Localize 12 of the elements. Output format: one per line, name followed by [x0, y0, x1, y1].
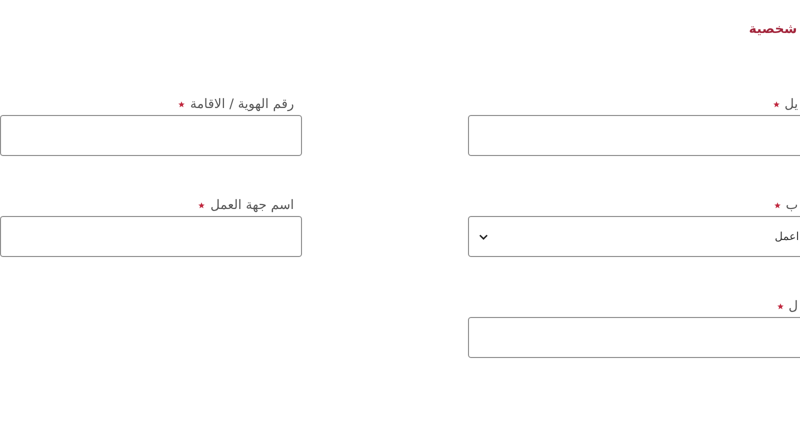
field-label: ب — [786, 198, 798, 212]
field-label: ل — [788, 298, 798, 314]
input-field[interactable] — [468, 317, 800, 358]
field-label: يل — [784, 96, 798, 112]
input-field[interactable] — [0, 115, 302, 156]
field-label: اسم جهة العمل — [210, 198, 294, 212]
input-field[interactable] — [0, 216, 302, 257]
dropdown-field[interactable]: اعمل — [468, 216, 800, 257]
input-field[interactable] — [468, 115, 800, 156]
field-label: رقم الهوية / الاقامة — [190, 96, 294, 112]
chevron-down-icon — [479, 234, 488, 240]
section-title: شخصية — [748, 21, 797, 39]
